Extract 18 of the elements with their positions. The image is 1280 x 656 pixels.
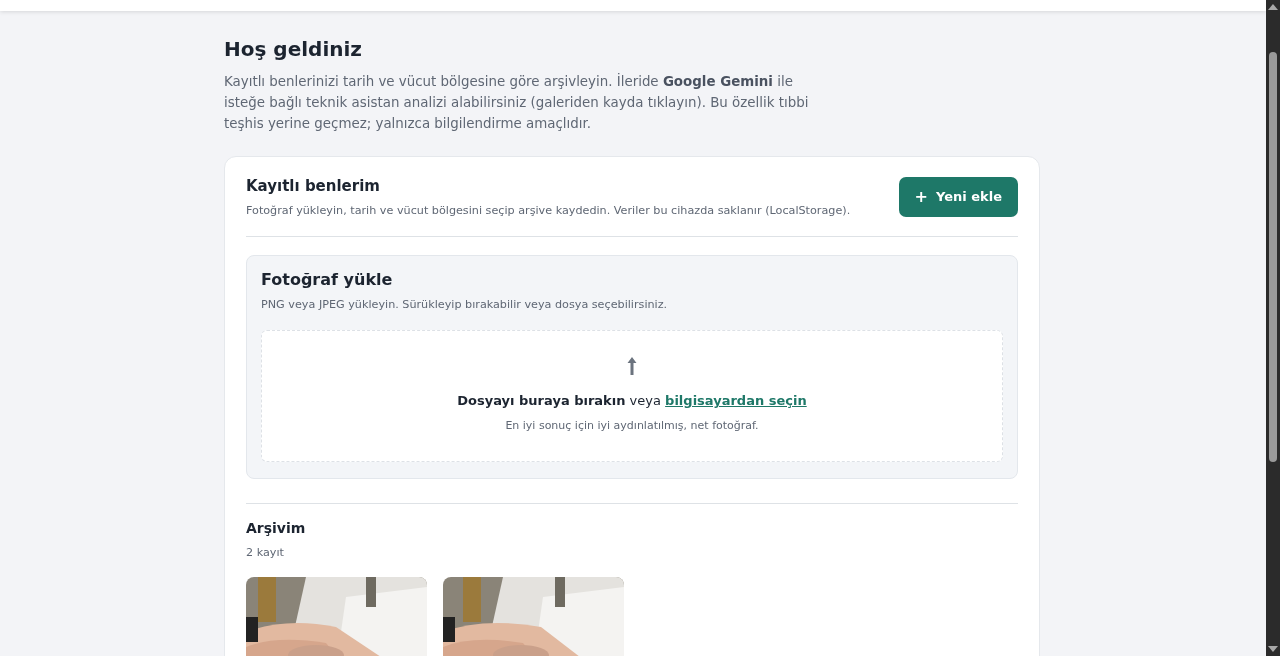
record-count: 2 kayıt: [246, 544, 285, 561]
drop-note: En iyi sonuç için iyi aydınlatılmış, net fotoğraf.: [505, 418, 759, 435]
scroll-up-icon[interactable]: [1268, 4, 1278, 10]
page-title: Hoş geldiniz: [224, 37, 363, 61]
choose-file-link[interactable]: bilgisayardan seçin: [665, 392, 807, 408]
upload-hint: PNG veya JPEG yükleyin. Sürükleyip bırakabilir veya dosya seçebilirsiniz.: [261, 297, 669, 313]
scroll-down-icon[interactable]: [1268, 646, 1278, 652]
card-title: Kayıtlı benlerim: [246, 177, 381, 195]
drop-instruction: Dosyayı buraya bırakın veya bilgisayardan seçin: [457, 391, 807, 410]
card-subtitle: Fotoğraf yükleyin, tarih ve vücut bölgesini seçip arşive kaydedin. Veriler bu cihazda saklanır (LocalStorage).: [246, 203, 851, 219]
drop-zone[interactable]: Dosyayı buraya bırakın veya bilgisayardan seçin En iyi sonuç için iyi aydınlatılmış, net fotoğraf.: [261, 329, 1003, 462]
scrollbar-thumb[interactable]: [1269, 52, 1277, 462]
scrollbar[interactable]: [1266, 0, 1280, 656]
intro-paragraph: Kayıtlı benlerinizi tarih ve vücut bölgesine göre arşivleyin. İleride Google Gemini ile isteğe bağlı teknik asistan analizi alabilirsiniz (galeriden kayda tıklayın). Bu özellik tıbbi teşhis yerine geçmez; yalnızca bilgilendirme amaçlıdır.: [224, 72, 810, 133]
add-new-button[interactable]: + Yeni ekle: [898, 177, 1018, 217]
upload-arrow-icon: [627, 356, 637, 375]
archive-title: Arşivim: [246, 519, 307, 537]
upload-title: Fotoğraf yükle: [261, 269, 394, 289]
